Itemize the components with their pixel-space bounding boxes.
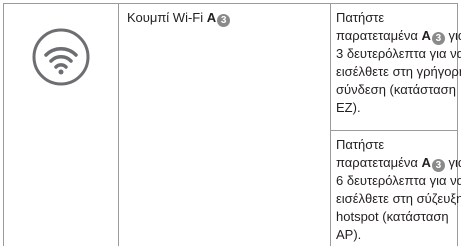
row-1-line-2-suffix: για xyxy=(448,28,461,43)
row-1-line-6: EZ). xyxy=(336,100,361,115)
row-1-description: Πατήστε παρατεταμένα A3 για 3 δευτερόλεπ… xyxy=(336,9,461,117)
row-1-line-4: εισέλθετε στη γρήγορη xyxy=(336,64,461,79)
table-border-top xyxy=(3,3,458,4)
row-2-line-4: εισέλθετε στη σύζευξη xyxy=(336,191,461,206)
row-1-line-2-badge: 3 xyxy=(431,32,445,45)
control-name-badge: 3 xyxy=(217,14,231,27)
row-2-line-5: hotspot (κατάσταση xyxy=(336,209,449,224)
row-1-line-1: Πατήστε xyxy=(336,10,385,25)
row-2-line-2-badge: 3 xyxy=(431,159,445,172)
row-1-line-2: παρατεταμένα A3 για xyxy=(336,27,461,45)
row-2-line-2-letter: A xyxy=(421,155,431,170)
control-name-letter: A xyxy=(206,10,217,25)
row-2-line-2: παρατεταμένα A3 για xyxy=(336,154,461,172)
row-1-line-5: σύνδεση (κατάσταση xyxy=(336,82,456,97)
row-2-line-2-prefix: παρατεταμένα xyxy=(336,155,422,170)
row-2-line-1: Πατήστε xyxy=(336,137,385,152)
table-divider-1 xyxy=(118,3,119,246)
row-divider xyxy=(330,130,458,131)
control-name-text: Κουμπί Wi-Fi xyxy=(127,10,207,25)
row-2-line-2-suffix: για xyxy=(448,155,461,170)
row-2-description: Πατήστε παρατεταμένα A3 για 6 δευτερόλεπ… xyxy=(336,136,461,244)
instruction-table: Κουμπί Wi-Fi A3 Πατήστε παρατεταμένα A3 … xyxy=(3,3,461,246)
row-2-line-6: AP). xyxy=(336,227,362,242)
table-border-left xyxy=(3,3,4,246)
row-1-line-3: 3 δευτερόλεπτα για να xyxy=(336,46,461,61)
row-2-line-3: 6 δευτερόλεπτα για να xyxy=(336,173,461,188)
row-1-line-2-prefix: παρατεταμένα xyxy=(336,28,422,43)
row-1-line-2-letter: A xyxy=(421,28,431,43)
control-name: Κουμπί Wi-Fi A3 xyxy=(127,9,231,27)
table-divider-2 xyxy=(330,3,331,246)
wifi-icon xyxy=(31,27,91,87)
